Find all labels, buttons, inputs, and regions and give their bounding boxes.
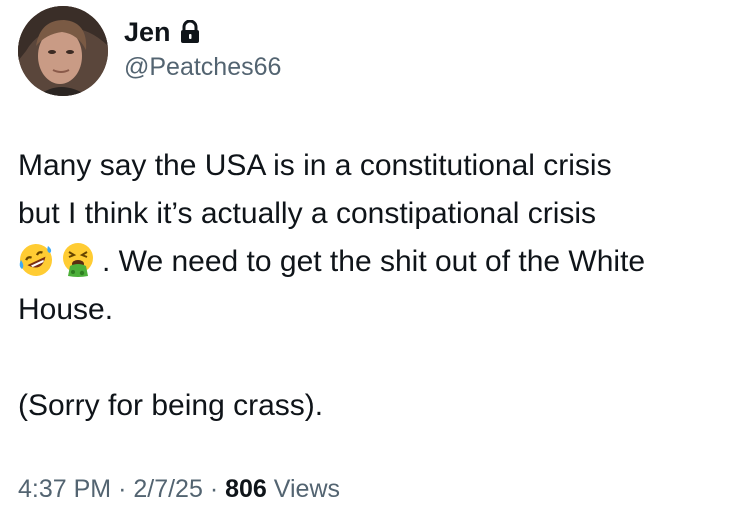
rolling-on-floor-laughing-icon [18, 242, 54, 278]
views-label[interactable]: Views [274, 475, 340, 503]
tweet-line-3: . We need to get the shit out of the Whi… [102, 245, 646, 278]
tweet: Jen @Peatches66 Many say the USA is in a… [0, 0, 749, 522]
timestamp-time[interactable]: 4:37 PM [18, 475, 111, 503]
tweet-line-1: Many say the USA is in a constitutional … [18, 149, 612, 182]
vomiting-face-icon [60, 242, 96, 278]
views-count[interactable]: 806 [225, 475, 267, 503]
avatar-photo [18, 6, 108, 96]
meta-separator: · [118, 475, 127, 503]
timestamp-date[interactable]: 2/7/25 [133, 475, 203, 503]
avatar[interactable] [18, 6, 108, 96]
meta-separator: · [209, 475, 219, 503]
tweet-line-2: but I think it’s actually a constipation… [18, 197, 597, 230]
tweet-text: Many say the USA is in a constitutional … [18, 142, 738, 430]
author-name-row: Jen [124, 16, 201, 48]
tweet-paragraph-2: (Sorry for being crass). [18, 389, 324, 422]
tweet-line-4: House. [18, 293, 114, 326]
user-handle[interactable]: @Peatches66 [124, 52, 281, 82]
tweet-meta: 4:37 PM · 2/7/25 · 806 Views [18, 472, 340, 506]
display-name[interactable]: Jen [124, 16, 171, 48]
lock-icon [179, 19, 201, 44]
